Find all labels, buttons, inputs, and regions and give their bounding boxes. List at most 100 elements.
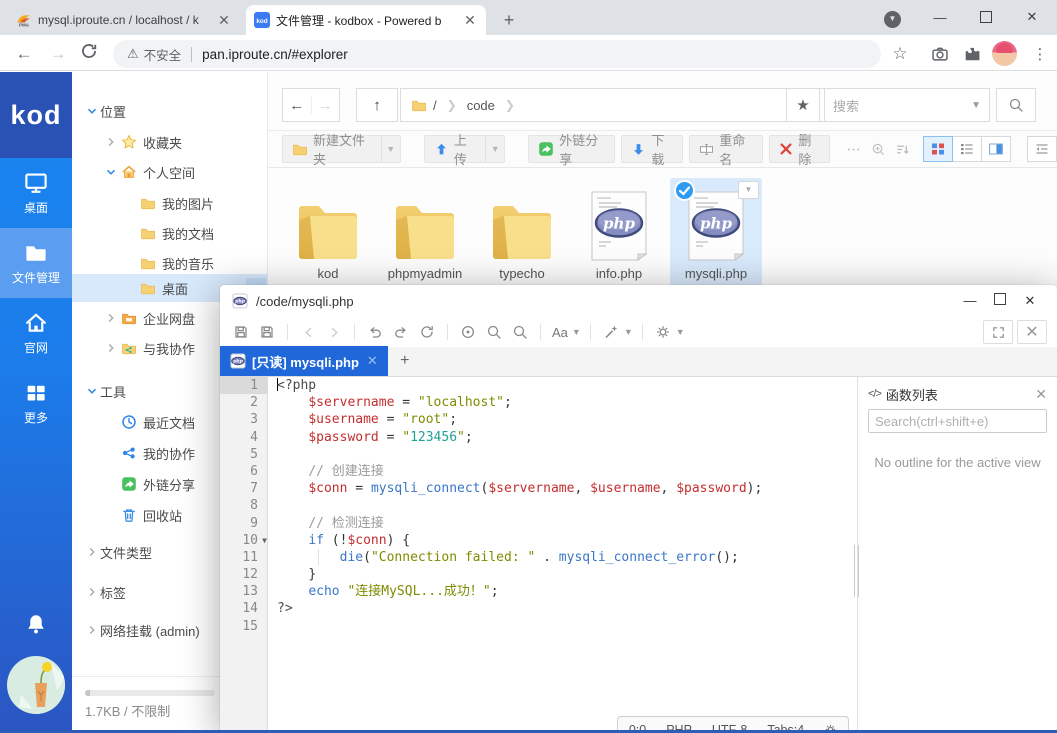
tab-close-icon[interactable]: ✕: [367, 353, 378, 369]
chevron-right-icon[interactable]: [103, 341, 119, 355]
reload-button[interactable]: [80, 42, 104, 66]
url-text[interactable]: pan.iproute.cn/#explorer: [202, 47, 348, 62]
chevron-right-icon[interactable]: [103, 135, 119, 149]
chevron-down-icon[interactable]: ▼: [963, 100, 981, 111]
explorer-forward-icon[interactable]: →: [311, 97, 340, 114]
explorer-back-icon[interactable]: ←: [283, 97, 311, 114]
camera-extension-icon[interactable]: [928, 42, 952, 66]
zoom-icon[interactable]: [867, 136, 889, 162]
line-number[interactable]: 8: [220, 497, 267, 514]
kod-logo[interactable]: kod: [0, 72, 72, 158]
toolbar-button-5[interactable]: 删除: [769, 135, 830, 163]
more-options-icon[interactable]: [842, 136, 864, 162]
chevron-right-icon[interactable]: [84, 585, 100, 599]
close-icon[interactable]: ✕: [1035, 386, 1047, 403]
user-avatar[interactable]: [7, 656, 65, 714]
chevron-down-icon[interactable]: [84, 384, 100, 398]
view-grid-button[interactable]: [923, 136, 953, 162]
line-number[interactable]: 15: [220, 618, 267, 635]
chevron-down-icon[interactable]: [103, 165, 119, 179]
toolbar-button-1[interactable]: 上传▼: [424, 135, 506, 163]
file-tile-kod[interactable]: kod: [282, 178, 374, 294]
window-maximize-button[interactable]: [963, 0, 1009, 34]
undo-icon[interactable]: [364, 321, 386, 343]
tab-close-icon[interactable]: ✕: [216, 12, 232, 29]
chevron-right-icon[interactable]: [84, 545, 100, 559]
function-search-input[interactable]: [868, 409, 1047, 433]
chevron-down-icon[interactable]: [84, 104, 100, 118]
chevron-down-icon[interactable]: ▼: [676, 327, 685, 337]
file-tile-typecho[interactable]: typecho: [476, 178, 568, 294]
tree-item[interactable]: 我的图片: [72, 188, 268, 218]
tree-item[interactable]: 我的文档: [72, 218, 268, 248]
line-number[interactable]: 1: [220, 377, 267, 394]
redo-icon[interactable]: [390, 321, 412, 343]
rail-item-more[interactable]: 更多: [0, 368, 72, 438]
breadcrumb-item[interactable]: code: [467, 98, 495, 113]
close-panel-icon[interactable]: ✕: [1017, 320, 1047, 344]
editor-maximize-button[interactable]: [985, 293, 1015, 309]
fullscreen-icon[interactable]: [983, 320, 1013, 344]
new-tab-button[interactable]: +: [496, 8, 522, 34]
chevron-right-icon[interactable]: [103, 311, 119, 325]
editor-tab-mysqli[interactable]: php [只读] mysqli.php ✕: [220, 346, 388, 376]
selected-check-icon[interactable]: [674, 180, 695, 201]
tree-item[interactable]: 位置: [72, 96, 268, 126]
line-number[interactable]: 7: [220, 480, 267, 497]
line-number[interactable]: 12: [220, 566, 267, 583]
toolbar-button-2[interactable]: 外链分享: [528, 135, 615, 163]
format-wand-icon[interactable]: [600, 321, 622, 343]
rail-item-file-manager[interactable]: 文件管理: [0, 228, 72, 298]
line-number[interactable]: 10▼: [220, 532, 267, 549]
line-number[interactable]: 2: [220, 394, 267, 411]
tab-search-icon[interactable]: ▼: [884, 11, 901, 28]
font-settings-button[interactable]: Aa: [550, 321, 570, 343]
browser-tab-phpmyadmin[interactable]: PMA mysql.iproute.cn / localhost / k ✕: [8, 5, 240, 35]
file-tile-phpmyadmin[interactable]: phpmyadmin: [379, 178, 471, 294]
line-number[interactable]: 3: [220, 411, 267, 428]
editor-titlebar[interactable]: php /code/mysqli.php — ✕: [220, 285, 1057, 317]
save-as-icon[interactable]: [256, 321, 278, 343]
window-close-button[interactable]: ✕: [1009, 0, 1055, 34]
view-column-button[interactable]: [981, 136, 1011, 162]
line-number[interactable]: 13: [220, 583, 267, 600]
explorer-up-icon[interactable]: ↑: [356, 88, 398, 122]
chevron-down-icon[interactable]: ▼: [572, 327, 581, 337]
panel-resize-handle[interactable]: [857, 377, 858, 733]
browser-tab-kodbox[interactable]: kod 文件管理 - kodbox - Powered b ✕: [246, 5, 486, 35]
file-menu-caret-icon[interactable]: ▼: [738, 181, 759, 199]
code-area[interactable]: <?php $servername = "localhost"; $userna…: [268, 377, 857, 733]
line-number[interactable]: 5: [220, 446, 267, 463]
browser-menu-icon[interactable]: ⋮: [1028, 42, 1052, 66]
nav-back-icon[interactable]: [297, 321, 319, 343]
toolbar-button-4[interactable]: 重命名: [689, 135, 763, 163]
chevron-down-icon[interactable]: ▼: [381, 136, 400, 162]
tab-close-icon[interactable]: ✕: [462, 12, 478, 29]
security-chip[interactable]: ⚠ 不安全: [127, 45, 181, 64]
editor-close-button[interactable]: ✕: [1015, 293, 1045, 309]
notification-bell-icon[interactable]: [24, 612, 48, 636]
nav-forward-icon[interactable]: [323, 321, 345, 343]
chevron-down-icon[interactable]: ▼: [485, 136, 504, 162]
window-minimize-button[interactable]: —: [917, 0, 963, 34]
breadcrumb-root[interactable]: /: [433, 98, 437, 113]
search-icon[interactable]: [483, 321, 505, 343]
rail-item-desktop[interactable]: 桌面: [0, 158, 72, 228]
chevron-right-icon[interactable]: [84, 623, 100, 637]
toolbar-button-3[interactable]: 下载: [621, 135, 683, 163]
fold-caret-icon[interactable]: ▼: [262, 532, 267, 549]
rail-item-website[interactable]: 官网: [0, 298, 72, 368]
bookmark-star-icon[interactable]: ☆: [888, 42, 912, 66]
goto-line-icon[interactable]: [457, 321, 479, 343]
favorite-star-button[interactable]: ★: [786, 88, 820, 122]
line-number[interactable]: 14: [220, 600, 267, 617]
replace-icon[interactable]: [509, 321, 531, 343]
forward-button[interactable]: →: [46, 42, 70, 66]
search-input[interactable]: 搜索 ▼: [824, 88, 990, 122]
line-number[interactable]: 9: [220, 515, 267, 532]
back-button[interactable]: ←: [12, 42, 36, 66]
line-number[interactable]: 4: [220, 429, 267, 446]
side-panel-toggle-icon[interactable]: [1027, 136, 1057, 162]
address-bar[interactable]: ⚠ 不安全 pan.iproute.cn/#explorer: [113, 40, 881, 68]
refresh-icon[interactable]: [416, 321, 438, 343]
